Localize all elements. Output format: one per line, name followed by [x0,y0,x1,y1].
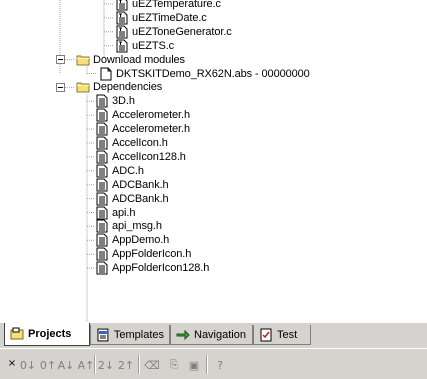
tree-folder-download-modules[interactable]: Download modules [76,53,185,67]
tree-node-label: uEZTS.c [132,39,175,52]
sort-za-icon[interactable]: A↑ [78,357,95,373]
tree-item-dependency[interactable]: Accelerometer.h [95,122,190,136]
tree-node-label: ADCBank.h [112,192,169,205]
projects-icon [10,327,24,340]
tree-node-label: 3D.h [112,95,135,108]
tab-label: Test [277,328,298,341]
test-icon [260,328,272,341]
download-modules-expander[interactable] [55,55,65,65]
tree-item-dependency[interactable]: AppFolderIcon.h [95,247,191,261]
sort-az-icon[interactable]: A↓ [58,357,75,373]
header-file-icon [116,0,128,11]
tree-connector-lines [59,0,113,322]
tree-node-label: AppFolderIcon.h [112,248,192,261]
tree-node-label: DKTSKITDemo_RX62N.abs - 00000000 [116,67,310,80]
collapse-minus-icon [55,55,65,65]
tree-node-label: api_msg.h [112,220,162,233]
header-file-icon [116,25,128,39]
header-file-icon [96,178,108,192]
tree-node-label: Accelerometer.h [112,123,190,136]
tree-node-label: ADC.h [112,164,144,177]
tree-node-label: uEZTimeDate.c [132,11,207,24]
tree-item-dependency[interactable]: Accelerometer.h [95,108,190,122]
folder-icon [76,55,90,66]
header-file-icon [96,122,108,136]
sort-0-icon[interactable]: 0↓ [20,357,36,373]
header-file-icon [96,219,108,233]
project-tree[interactable]: uEZTemperature.c uEZTimeDate.c uEZToneGene… [0,0,420,322]
tab-projects[interactable]: Projects [4,323,90,346]
tab-label: Projects [28,328,72,340]
tree-node-label: Download modules [93,53,185,66]
tree-node-label: uEZTemperature.c [132,0,221,10]
header-file-icon [96,192,108,206]
tree-item-dependency[interactable]: api_msg.h [95,219,162,233]
toolbar-separator [138,355,140,374]
header-file-icon [96,94,108,108]
save-icon[interactable]: ▣ [186,357,202,373]
tree-node-label: AppFolderIcon128.h [112,262,210,275]
header-file-icon [96,150,108,164]
tree-node-label: AccelIcon128.h [112,150,186,163]
tree-node-label: AppDemo.h [112,234,170,247]
tree-item-dependency[interactable]: AccelIcon128.h [95,150,186,164]
tree-node-label: ADCBank.h [112,178,169,191]
tree-item-dependency[interactable]: AccelIcon.h [95,136,168,150]
tab-test[interactable]: Test [253,325,311,345]
tree-item-download[interactable]: DKTSKITDemo_RX62N.abs - 00000000 [99,67,310,81]
toolbar-separator [206,355,208,374]
tree-item-dependency[interactable]: ADCBank.h [95,178,169,192]
tab-label: Templates [113,328,164,341]
tree-item-c-file[interactable]: uEZTimeDate.c [115,11,207,25]
tree-item-c-file[interactable]: uEZToneGenerator.c [115,25,232,39]
sort-21-icon[interactable]: 2↓ [98,357,114,373]
copy-icon[interactable]: ⎘ [166,357,182,373]
header-file-icon [96,108,108,122]
tree-toolbar: × 0↓ 0↑ A↓ A↑ 2↓ 2↑ ⌫ ⎘ ▣? [0,348,427,379]
tree-node-label: Accelerometer.h [112,109,190,122]
sort-0-up-icon[interactable]: 0↑ [40,357,56,373]
navigation-icon [176,329,190,340]
tab-navigation[interactable]: Navigation [170,325,253,345]
tree-item-dependency[interactable]: ADCBank.h [95,192,169,206]
header-file-icon [96,261,108,275]
header-file-icon [96,247,108,261]
collapse-minus-icon [55,82,65,92]
tree-item-c-file[interactable]: uEZTS.c [115,39,174,53]
templates-icon [97,328,109,341]
file-icon [100,67,112,80]
header-file-icon [96,233,108,247]
header-file-icon [96,206,108,219]
tree-item-dependency[interactable]: ADC.h [95,164,144,178]
workspace-tab-bar: Projects Templates Navigation Test [0,322,427,349]
tree-node-label: uEZToneGenerator.c [132,25,232,38]
tree-node-label: api.h [112,206,136,219]
eraser-icon[interactable]: ⌫ [144,357,160,373]
tree-item-c-file[interactable]: uEZTemperature.c [115,0,221,11]
tree-item-dependency[interactable]: AppFolderIcon128.h [95,261,209,275]
tab-templates[interactable]: Templates [90,325,170,345]
tree-item-dependency[interactable]: 3D.h [95,94,135,108]
sort-21-up-icon[interactable]: 2↑ [118,357,134,373]
tree-folder-dependencies[interactable]: Dependencies [76,80,162,94]
tree-node-label: AccelIcon.h [112,137,168,149]
tree-item-dependency[interactable]: api.h [95,206,135,220]
header-file-icon [116,39,128,53]
dependencies-expander[interactable] [55,82,65,92]
toolbar-separator [94,355,96,374]
header-file-icon [96,136,108,150]
tab-label: Navigation [194,328,246,341]
header-file-icon [116,11,128,25]
tree-node-label: Dependencies [93,81,163,94]
tree-item-dependency[interactable]: AppDemo.h [95,233,169,247]
help-icon[interactable]: ? [212,357,228,373]
folder-icon [76,82,90,93]
close-pane-icon[interactable]: × [4,355,20,371]
header-file-icon [96,164,108,178]
